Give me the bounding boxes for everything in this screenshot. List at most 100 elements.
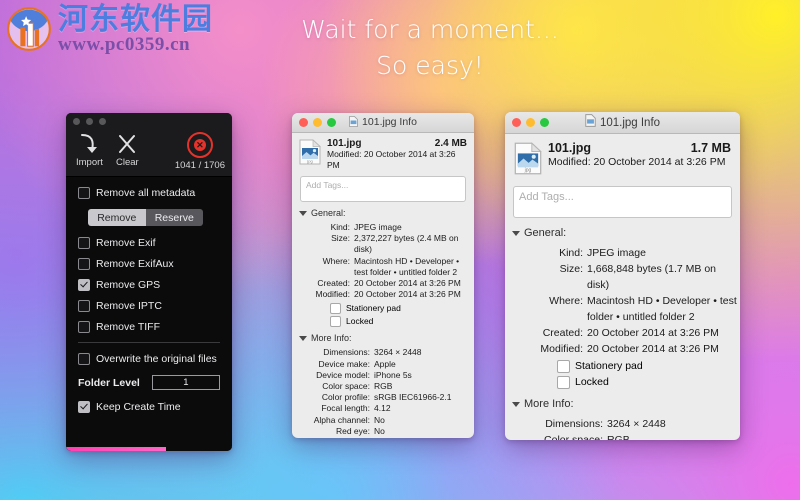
table-row: Color profile: sRGB IEC61966-2.1: [292, 392, 474, 403]
option-remove-all-metadata[interactable]: Remove all metadata: [78, 187, 220, 199]
checkbox-icon[interactable]: [78, 321, 90, 333]
checkbox-icon[interactable]: [330, 316, 341, 328]
segment-reserve[interactable]: Reserve: [145, 209, 203, 226]
more-info-section-header[interactable]: More Info:: [505, 397, 740, 411]
option-remove-gps[interactable]: Remove GPS: [78, 279, 220, 291]
table-row: Color space: RGB: [505, 432, 740, 440]
add-tags-placeholder: Add Tags...: [519, 191, 574, 203]
disclosure-triangle-icon[interactable]: [512, 401, 520, 407]
property-key: Focal length:: [321, 403, 370, 414]
table-row: Color space: RGB: [292, 381, 474, 392]
checkbox-icon[interactable]: [78, 300, 90, 312]
add-tags-field[interactable]: Add Tags...: [300, 176, 466, 202]
zoom-button-icon[interactable]: [99, 117, 106, 125]
more-info-section-header[interactable]: More Info:: [292, 333, 474, 344]
checkbox-icon[interactable]: [78, 237, 90, 249]
disclosure-triangle-icon[interactable]: [299, 211, 307, 216]
watermark-url: www.pc0359.cn: [58, 33, 191, 55]
add-tags-field[interactable]: Add Tags...: [513, 186, 732, 218]
property-key: Size:: [331, 233, 350, 244]
option-remove-iptc[interactable]: Remove IPTC: [78, 300, 220, 312]
finder-info-window-cleaned: 101.jpg Info jpg 101.jpg 1.7 MB Modified…: [505, 112, 740, 440]
general-properties-table: Kind: JPEG image Size: 1,668,848 bytes (…: [505, 245, 740, 357]
clear-x-icon: [116, 131, 138, 157]
option-label: Overwrite the original files: [96, 353, 217, 365]
checkbox-icon[interactable]: [78, 258, 90, 270]
traffic-lights: [505, 118, 549, 127]
general-properties-table: Kind: JPEG image Size: 2,372,227 bytes (…: [292, 222, 474, 300]
locked-label: Locked: [346, 316, 374, 327]
option-overwrite-original-files[interactable]: Overwrite the original files: [78, 353, 220, 365]
watermark-logo: 河东软件园 www.pc0359.cn: [6, 4, 213, 56]
folder-level-input[interactable]: 1: [151, 375, 220, 390]
minimize-button-icon[interactable]: [526, 118, 535, 127]
option-remove-tiff[interactable]: Remove TIFF: [78, 321, 220, 333]
table-row: Device model: iPhone 5s: [292, 370, 474, 381]
general-section-header[interactable]: General:: [505, 226, 740, 240]
checkbox-icon[interactable]: [78, 187, 90, 199]
zoom-button-icon[interactable]: [540, 118, 549, 127]
minimize-button-icon[interactable]: [86, 117, 93, 125]
table-row: Created: 20 October 2014 at 3:26 PM: [505, 325, 740, 341]
checkbox-icon[interactable]: [557, 359, 570, 373]
disclosure-triangle-icon[interactable]: [512, 230, 520, 236]
clear-label: Clear: [116, 157, 139, 168]
property-key: Kind:: [330, 222, 350, 232]
metadata-app-window: Import Clear ✕ 1041 / 1706 Remove all me…: [66, 113, 232, 451]
disclosure-triangle-icon[interactable]: [299, 336, 307, 342]
property-value: 2.2: [374, 437, 474, 438]
option-label: Remove TIFF: [96, 321, 160, 333]
document-icon: [585, 114, 596, 131]
stationery-pad-option[interactable]: Stationery pad: [557, 359, 740, 373]
options-divider: [78, 342, 220, 343]
property-key: Created:: [542, 327, 583, 339]
option-remove-exifaux[interactable]: Remove ExifAux: [78, 258, 220, 270]
property-key: Where:: [322, 255, 350, 266]
table-row: Alpha channel: No: [292, 415, 474, 426]
property-key: Alpha channel:: [313, 414, 370, 425]
general-section-header[interactable]: General:: [292, 208, 474, 219]
stationery-pad-option[interactable]: Stationery pad: [330, 303, 474, 315]
property-value: RGB: [607, 434, 630, 440]
property-value: JPEG image: [587, 247, 646, 259]
stop-processing-button[interactable]: ✕ 1041 / 1706: [175, 132, 225, 171]
table-row: Size: 2,372,227 bytes (2.4 MB on disk): [292, 233, 474, 255]
property-value: sRGB IEC61966-2.1: [374, 392, 452, 403]
option-keep-create-time[interactable]: Keep Create Time: [78, 401, 220, 413]
minimize-button-icon[interactable]: [313, 118, 322, 127]
remove-reserve-segmented-control[interactable]: Remove Reserve: [88, 209, 203, 226]
zoom-button-icon[interactable]: [327, 118, 336, 127]
headline-line-2: So easy!: [376, 51, 484, 81]
close-button-icon[interactable]: [512, 118, 521, 127]
jpeg-file-icon: jpg: [299, 139, 321, 168]
document-icon: [349, 115, 358, 130]
clear-button[interactable]: Clear: [116, 131, 139, 168]
checkbox-icon[interactable]: [557, 375, 570, 389]
property-value: 3264 × 2448: [607, 418, 666, 430]
checkbox-icon[interactable]: [330, 303, 341, 315]
locked-label: Locked: [575, 376, 609, 388]
table-row: Modified: 20 October 2014 at 3:26 PM: [292, 289, 474, 300]
checkbox-icon[interactable]: [78, 279, 90, 291]
close-button-icon[interactable]: [73, 117, 80, 125]
property-key: Dimensions:: [545, 418, 603, 430]
stationery-pad-label: Stationery pad: [346, 303, 401, 314]
close-button-icon[interactable]: [299, 118, 308, 127]
import-button[interactable]: Import: [76, 131, 103, 168]
checkbox-icon[interactable]: [78, 353, 90, 365]
table-row: Focal length: 4.12: [292, 403, 474, 414]
segment-remove[interactable]: Remove: [88, 209, 146, 226]
table-row: Device make: Apple: [292, 359, 474, 370]
add-tags-placeholder: Add Tags...: [306, 180, 349, 190]
locked-option[interactable]: Locked: [330, 316, 474, 328]
checkbox-icon[interactable]: [78, 401, 90, 413]
watermark-brand: 河东软件园: [58, 2, 213, 37]
more-info-properties-table: Dimensions: 3264 × 2448 Color space: RGB…: [505, 416, 740, 440]
table-row: Dimensions: 3264 × 2448: [505, 416, 740, 432]
page-title: Wait for a moment... So easy!: [250, 12, 610, 85]
property-value: 3264 × 2448: [374, 347, 422, 358]
option-remove-exif[interactable]: Remove Exif: [78, 237, 220, 249]
property-key: Red eye:: [335, 425, 370, 436]
locked-option[interactable]: Locked: [557, 375, 740, 389]
property-value: Macintosh HD • Developer • test folder •…: [587, 295, 737, 323]
